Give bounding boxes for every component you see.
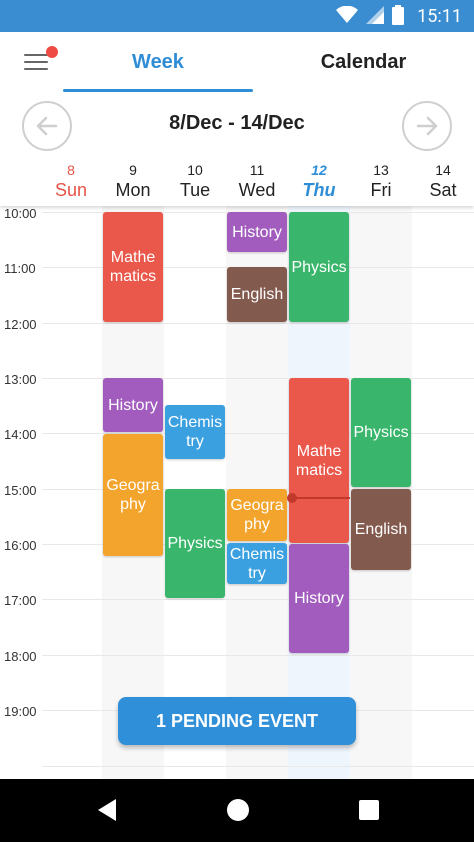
event-english[interactable]: English: [227, 267, 287, 322]
day-thu[interactable]: 12 Thu: [288, 162, 350, 201]
tab-calendar[interactable]: Calendar: [253, 32, 474, 92]
time-label: 14:00: [4, 427, 37, 442]
current-time-line: [292, 497, 350, 499]
menu-button[interactable]: [24, 46, 58, 72]
event-chemistry[interactable]: Chemistry: [165, 405, 225, 459]
status-bar: 15:11: [0, 0, 474, 32]
schedule-grid[interactable]: 10:00 11:00 12:00 13:00 14:00 15:00 16:0…: [0, 206, 474, 779]
next-week-button[interactable]: [402, 101, 452, 151]
time-label: 16:00: [4, 538, 37, 553]
time-label: 19:00: [4, 704, 37, 719]
pending-events-button[interactable]: 1 PENDING EVENT: [118, 697, 356, 745]
time-label: 13:00: [4, 372, 37, 387]
hour-line: [42, 599, 474, 600]
event-mathematics[interactable]: Mathematics: [103, 212, 163, 322]
time-label: 10:00: [4, 206, 37, 221]
battery-icon: [392, 5, 404, 25]
status-icons: [336, 5, 404, 25]
hour-line: [42, 766, 474, 767]
event-physics[interactable]: Physics: [289, 212, 349, 322]
menu-icon: [24, 54, 48, 56]
time-label: 11:00: [4, 261, 36, 276]
app-bar: Week Calendar: [0, 32, 474, 93]
event-mathematics[interactable]: Mathematics: [289, 378, 349, 543]
tab-week[interactable]: Week: [63, 32, 253, 92]
time-label: 12:00: [4, 317, 37, 332]
hour-line: [42, 323, 474, 324]
home-icon[interactable]: [226, 798, 250, 822]
wifi-icon: [336, 6, 358, 23]
day-wed[interactable]: 11 Wed: [226, 162, 288, 201]
day-tue[interactable]: 10 Tue: [164, 162, 226, 201]
notification-dot: [46, 46, 58, 58]
time-label: 18:00: [4, 649, 37, 664]
system-nav-bar: [0, 779, 474, 842]
event-history[interactable]: History: [103, 378, 163, 432]
recents-icon[interactable]: [358, 799, 380, 821]
back-icon[interactable]: [96, 797, 118, 823]
arrow-right-icon: [416, 116, 438, 136]
event-geography[interactable]: Geography: [103, 434, 163, 556]
event-history[interactable]: History: [289, 544, 349, 653]
status-time: 15:11: [417, 6, 462, 27]
day-header: 8 Sun 9 Mon 10 Tue 11 Wed 12 Thu 13 Fri 14 Sat: [0, 158, 474, 206]
event-chemistry[interactable]: Chemistry: [227, 543, 287, 584]
time-label: 17:00: [4, 593, 37, 608]
event-physics[interactable]: Physics: [351, 378, 411, 487]
day-fri[interactable]: 13 Fri: [350, 162, 412, 201]
event-english[interactable]: English: [351, 489, 411, 570]
hour-line: [42, 655, 474, 656]
time-label: 15:00: [4, 483, 37, 498]
week-range-bar: 8/Dec - 14/Dec: [0, 92, 474, 159]
day-sun[interactable]: 8 Sun: [40, 162, 102, 201]
signal-icon: [366, 6, 384, 24]
event-geography[interactable]: Geography: [227, 489, 287, 541]
event-physics[interactable]: Physics: [165, 489, 225, 598]
event-history[interactable]: History: [227, 212, 287, 252]
day-sat[interactable]: 14 Sat: [412, 162, 474, 201]
day-mon[interactable]: 9 Mon: [102, 162, 164, 201]
